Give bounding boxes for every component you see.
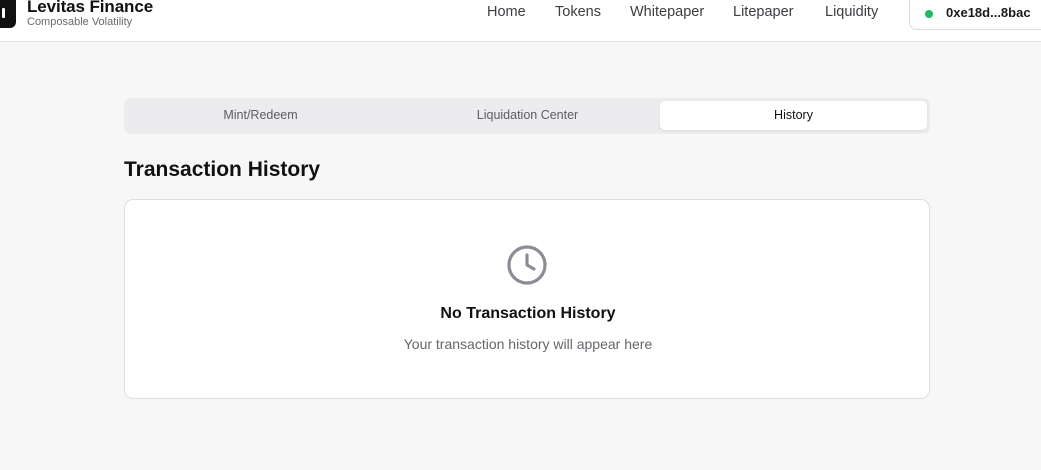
connected-status-dot xyxy=(925,10,933,18)
empty-state-subtitle: Your transaction history will appear her… xyxy=(403,336,653,352)
logo-icon[interactable] xyxy=(0,0,16,28)
wallet-button[interactable]: 0xe18d...8bac xyxy=(909,0,1041,30)
brand-tagline: Composable Volatility xyxy=(27,16,133,28)
top-header: Levitas Finance Composable Volatility Ho… xyxy=(0,0,1041,42)
tab-liquidation-center[interactable]: Liquidation Center xyxy=(394,101,661,130)
tab-mint-redeem[interactable]: Mint/Redeem xyxy=(127,101,394,130)
nav-item-liquidity[interactable]: Liquidity xyxy=(825,4,878,20)
clock-icon xyxy=(507,245,547,285)
empty-state-title: No Transaction History xyxy=(440,305,616,322)
nav-item-home[interactable]: Home xyxy=(487,4,526,20)
nav-item-whitepaper[interactable]: Whitepaper xyxy=(630,4,704,20)
page-title: Transaction History xyxy=(124,158,321,181)
tab-history[interactable]: History xyxy=(660,101,927,130)
tab-bar: Mint/Redeem Liquidation Center History xyxy=(124,98,930,134)
wallet-address: 0xe18d...8bac xyxy=(946,5,1031,20)
history-card: No Transaction History Your transaction … xyxy=(124,199,930,399)
brand-name[interactable]: Levitas Finance xyxy=(27,0,153,17)
nav-item-tokens[interactable]: Tokens xyxy=(555,4,601,20)
nav-item-litepaper[interactable]: Litepaper xyxy=(733,4,793,20)
